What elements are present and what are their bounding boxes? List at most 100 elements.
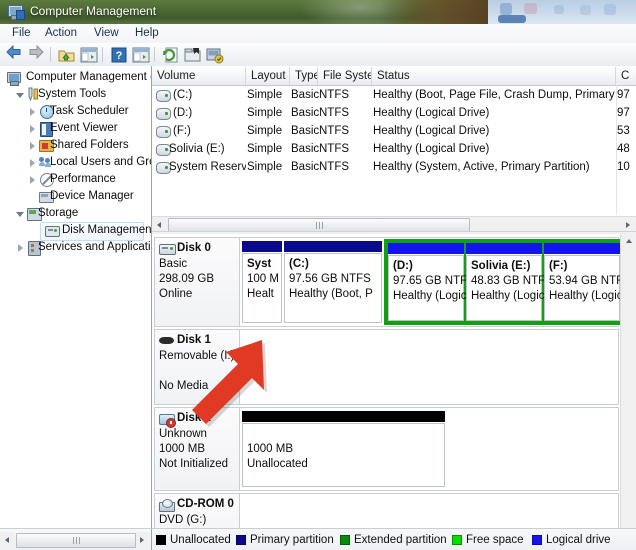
disk-row-disk-1[interactable]: Disk 1 Removable (I:) No Media	[154, 329, 619, 405]
cell-layout: Simple	[247, 125, 283, 137]
scrollbar-thumb[interactable]	[16, 533, 136, 548]
menu-item-view[interactable]: View	[88, 26, 125, 41]
removable-disk-icon	[159, 337, 174, 344]
partition-title: Solivia (E:)	[471, 260, 531, 272]
chevron-collapsed-icon[interactable]	[28, 159, 36, 167]
toolbar: ?	[0, 43, 636, 67]
chevron-collapsed-icon[interactable]	[28, 176, 36, 184]
partition-status: Healthy (Logica	[471, 290, 551, 302]
partition-title: Syst	[247, 258, 272, 270]
disk-row-disk-0[interactable]: Disk 0 Basic 298.09 GB Online Syst 100 M	[154, 237, 636, 327]
column-header-file-system[interactable]: File System	[318, 67, 372, 85]
partition-bar	[242, 411, 445, 422]
tree-label: Performance	[50, 173, 116, 185]
cell-volume: (D:)	[173, 107, 193, 119]
rescan-disks-icon[interactable]	[206, 46, 224, 64]
cell-layout: Simple	[247, 143, 283, 155]
menu-item-file[interactable]: File	[6, 26, 37, 41]
legend-label: Free space	[466, 534, 524, 546]
chevron-collapsed-icon[interactable]	[28, 142, 36, 150]
column-header-layout[interactable]: Layout	[246, 67, 290, 85]
extended-partition-container: (D:) 97.65 GB NTFS Healthy (Logica Soliv…	[384, 239, 631, 325]
volume-list[interactable]: Volume Layout Type File System Status C …	[152, 66, 636, 215]
cell-type: Basic	[291, 107, 320, 119]
partition-area-cd-rom-0	[240, 494, 618, 528]
show-hide-action-pane-icon[interactable]	[132, 46, 150, 64]
cd-rom-icon	[159, 499, 175, 512]
column-header-status[interactable]: Status	[372, 67, 616, 85]
cell-file-system: NTFS	[319, 107, 350, 119]
table-row[interactable]: (C:) Simple Basic NTFS Healthy (Boot, Pa…	[152, 86, 636, 104]
partition-system-reserved[interactable]: Syst 100 M Healt	[242, 241, 282, 323]
title-bar[interactable]: Computer Management	[0, 0, 488, 25]
partition-status: Unallocated	[247, 458, 308, 470]
up-folder-icon[interactable]	[58, 46, 76, 64]
help-icon[interactable]: ?	[110, 46, 128, 64]
computer-icon	[6, 70, 22, 86]
cell-file-system: NTFS	[319, 125, 350, 137]
partition-e-solivia[interactable]: Solivia (E:) 48.83 GB NTFS Healthy (Logi…	[466, 243, 553, 321]
table-row[interactable]: (F:) Simple Basic NTFS Healthy (Logical …	[152, 122, 636, 140]
graphical-view-vscrollbar[interactable]	[620, 234, 636, 528]
cell-capacity: 48	[617, 143, 630, 155]
scroll-right-button[interactable]	[621, 217, 636, 232]
partition-bar	[242, 241, 282, 252]
disk-row-cd-rom-0[interactable]: CD-ROM 0 DVD (G:)	[154, 493, 619, 528]
column-header-volume[interactable]: Volume	[152, 67, 246, 85]
table-row[interactable]: Solivia (E:) Simple Basic NTFS Healthy (…	[152, 140, 636, 158]
partition-d[interactable]: (D:) 97.65 GB NTFS Healthy (Logica	[388, 243, 475, 321]
tree-pane-hscrollbar[interactable]	[0, 528, 152, 550]
forward-icon[interactable]	[28, 44, 44, 60]
scroll-right-button[interactable]	[135, 532, 150, 547]
properties-icon[interactable]	[184, 46, 202, 64]
chevron-collapsed-icon[interactable]	[28, 125, 36, 133]
partition-f[interactable]: (F:) 53.94 GB NTFS Healthy (Logic	[544, 243, 631, 321]
volume-list-hscrollbar[interactable]	[152, 216, 636, 233]
column-header-capacity[interactable]: C	[616, 67, 636, 85]
disk-name: Disk 1	[177, 334, 211, 346]
scroll-up-button[interactable]	[621, 234, 636, 249]
cell-status: Healthy (Logical Drive)	[373, 125, 490, 137]
partition-title: (F:)	[549, 260, 568, 272]
refresh-icon[interactable]	[162, 46, 180, 64]
cell-capacity: 97	[617, 107, 630, 119]
partition-size: 1000 MB	[247, 443, 294, 455]
legend-label: Primary partition	[250, 534, 334, 546]
disk-name: CD-ROM 0	[177, 498, 234, 510]
legend-swatch-free-space	[452, 535, 462, 545]
column-header-type[interactable]: Type	[290, 67, 318, 85]
disk-management-pane: Volume Layout Type File System Status C …	[152, 66, 636, 528]
legend-swatch-extended-partition	[340, 535, 350, 545]
cell-type: Basic	[291, 143, 320, 155]
legend-swatch-unallocated	[156, 535, 166, 545]
tree-label: Event Viewer	[50, 122, 118, 134]
cell-file-system: NTFS	[319, 143, 350, 155]
graphical-disk-view[interactable]: Disk 0 Basic 298.09 GB Online Syst 100 M	[152, 234, 636, 528]
chevron-expanded-icon[interactable]	[16, 210, 24, 218]
partition-bar	[284, 241, 382, 252]
back-icon[interactable]	[6, 44, 22, 60]
show-hide-console-tree-icon[interactable]	[80, 46, 98, 64]
partition-size: 97.56 GB NTFS	[289, 273, 371, 285]
partition-unallocated-disk-2[interactable]: 1000 MB Unallocated	[242, 411, 445, 487]
chevron-collapsed-icon[interactable]	[28, 108, 36, 116]
scroll-left-button[interactable]	[0, 532, 15, 547]
disk-name: Disk 2	[177, 412, 211, 424]
menu-item-help[interactable]: Help	[129, 26, 165, 41]
partition-c[interactable]: (C:) 97.56 GB NTFS Healthy (Boot, P	[284, 241, 382, 323]
hard-disk-icon	[159, 244, 176, 255]
table-row[interactable]: (D:) Simple Basic NTFS Healthy (Logical …	[152, 104, 636, 122]
table-row[interactable]: System Reserved Simple Basic NTFS Health…	[152, 158, 636, 176]
volume-icon	[156, 90, 171, 102]
tree-label: Task Scheduler	[50, 105, 129, 117]
scroll-left-button[interactable]	[152, 217, 167, 232]
cell-layout: Simple	[247, 161, 283, 173]
partition-area-disk-0: Syst 100 M Healt (C:) 97.56 GB NTFS Heal…	[240, 238, 636, 326]
console-tree-pane[interactable]: Computer Management (Local System Tools …	[0, 66, 152, 528]
menu-item-action[interactable]: Action	[39, 26, 83, 41]
disk-row-disk-2[interactable]: Disk 2 Unknown 1000 MB Not Initialized 1…	[154, 407, 619, 491]
chevron-collapsed-icon[interactable]	[16, 244, 24, 252]
tree-label: System Tools	[38, 88, 107, 100]
chevron-expanded-icon[interactable]	[16, 91, 24, 99]
cell-layout: Simple	[247, 89, 283, 101]
